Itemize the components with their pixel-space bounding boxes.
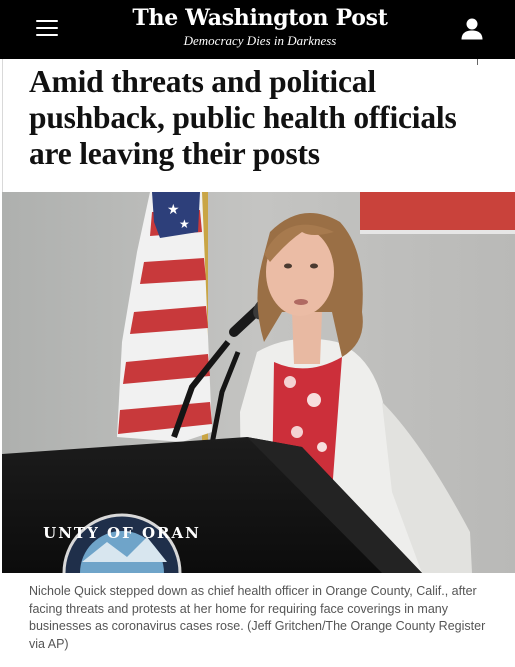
svg-text:★: ★ bbox=[167, 202, 180, 218]
account-button[interactable] bbox=[460, 18, 484, 40]
photo-caption: Nichole Quick stepped down as chief heal… bbox=[29, 584, 486, 651]
page-left-rule bbox=[2, 59, 3, 192]
hamburger-menu-icon-bar bbox=[36, 34, 58, 36]
site-logo[interactable]: The Washington Post bbox=[110, 4, 410, 32]
site-tagline: Democracy Dies in Darkness bbox=[183, 33, 337, 48]
site-header: The Washington Post Democracy Dies in Da… bbox=[0, 0, 515, 59]
hamburger-menu-icon-bar bbox=[36, 27, 58, 29]
county-seal-text: UNTY OF ORAN bbox=[43, 524, 201, 542]
article-photo: ★ ★ UNTY OF ORAN bbox=[2, 192, 515, 573]
article-headline: Amid threats and political pushback, pub… bbox=[29, 64, 457, 171]
user-account-icon bbox=[461, 18, 483, 40]
svg-text:★: ★ bbox=[179, 217, 190, 231]
hamburger-menu-icon bbox=[36, 20, 58, 22]
brand: The Washington Post Democracy Dies in Da… bbox=[110, 4, 410, 49]
menu-button[interactable] bbox=[36, 19, 58, 37]
